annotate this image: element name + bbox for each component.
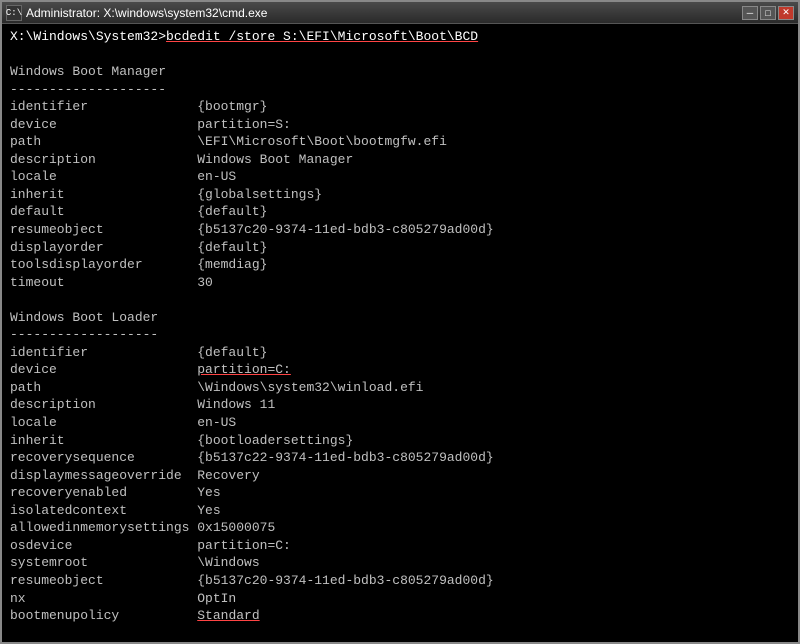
- blank2: [10, 291, 790, 309]
- section2-header: Windows Boot Loader: [10, 309, 790, 327]
- titlebar-controls[interactable]: ─ □ ✕: [742, 6, 794, 20]
- timeout: timeout 30: [10, 274, 790, 292]
- window-title: Administrator: X:\windows\system32\cmd.e…: [26, 6, 267, 20]
- description1: description Windows Boot Manager: [10, 151, 790, 169]
- prompt: X:\Windows\System32>: [10, 29, 166, 44]
- section2-divider: -------------------: [10, 326, 790, 344]
- isolatedcontext: isolatedcontext Yes: [10, 502, 790, 520]
- command-line: X:\Windows\System32>bcdedit /store S:\EF…: [10, 28, 790, 46]
- inherit2: inherit {bootloadersettings}: [10, 432, 790, 450]
- recoveryenabled: recoveryenabled Yes: [10, 484, 790, 502]
- console-output: X:\Windows\System32>bcdedit /store S:\EF…: [2, 24, 798, 642]
- device2: device partition=C:: [10, 361, 790, 379]
- identifier1: identifier {bootmgr}: [10, 98, 790, 116]
- maximize-button[interactable]: □: [760, 6, 776, 20]
- default1: default {default}: [10, 203, 790, 221]
- systemroot: systemroot \Windows: [10, 554, 790, 572]
- path2: path \Windows\system32\winload.efi: [10, 379, 790, 397]
- section1-divider: --------------------: [10, 81, 790, 99]
- bootmenupolicy: bootmenupolicy Standard: [10, 607, 790, 625]
- path1: path \EFI\Microsoft\Boot\bootmgfw.efi: [10, 133, 790, 151]
- resumeobject2: resumeobject {b5137c20-9374-11ed-bdb3-c8…: [10, 572, 790, 590]
- section1-header: Windows Boot Manager: [10, 63, 790, 81]
- identifier2: identifier {default}: [10, 344, 790, 362]
- device1: device partition=S:: [10, 116, 790, 134]
- minimize-button[interactable]: ─: [742, 6, 758, 20]
- toolsdisplayorder: toolsdisplayorder {memdiag}: [10, 256, 790, 274]
- locale1: locale en-US: [10, 168, 790, 186]
- nx: nx OptIn: [10, 590, 790, 608]
- displaymessageoverride: displaymessageoverride Recovery: [10, 467, 790, 485]
- titlebar: C:\ Administrator: X:\windows\system32\c…: [2, 2, 798, 24]
- description2: description Windows 11: [10, 396, 790, 414]
- allowedinmemorysettings: allowedinmemorysettings 0x15000075: [10, 519, 790, 537]
- displayorder1: displayorder {default}: [10, 239, 790, 257]
- command-text: bcdedit /store S:\EFI\Microsoft\Boot\BCD: [166, 29, 478, 44]
- cmd-window: C:\ Administrator: X:\windows\system32\c…: [0, 0, 800, 644]
- blank1: [10, 46, 790, 64]
- osdevice: osdevice partition=C:: [10, 537, 790, 555]
- locale2: locale en-US: [10, 414, 790, 432]
- blank3: [10, 625, 790, 642]
- close-button[interactable]: ✕: [778, 6, 794, 20]
- titlebar-left: C:\ Administrator: X:\windows\system32\c…: [6, 5, 267, 21]
- window-icon: C:\: [6, 5, 22, 21]
- resumeobject1: resumeobject {b5137c20-9374-11ed-bdb3-c8…: [10, 221, 790, 239]
- inherit1: inherit {globalsettings}: [10, 186, 790, 204]
- recoverysequence: recoverysequence {b5137c22-9374-11ed-bdb…: [10, 449, 790, 467]
